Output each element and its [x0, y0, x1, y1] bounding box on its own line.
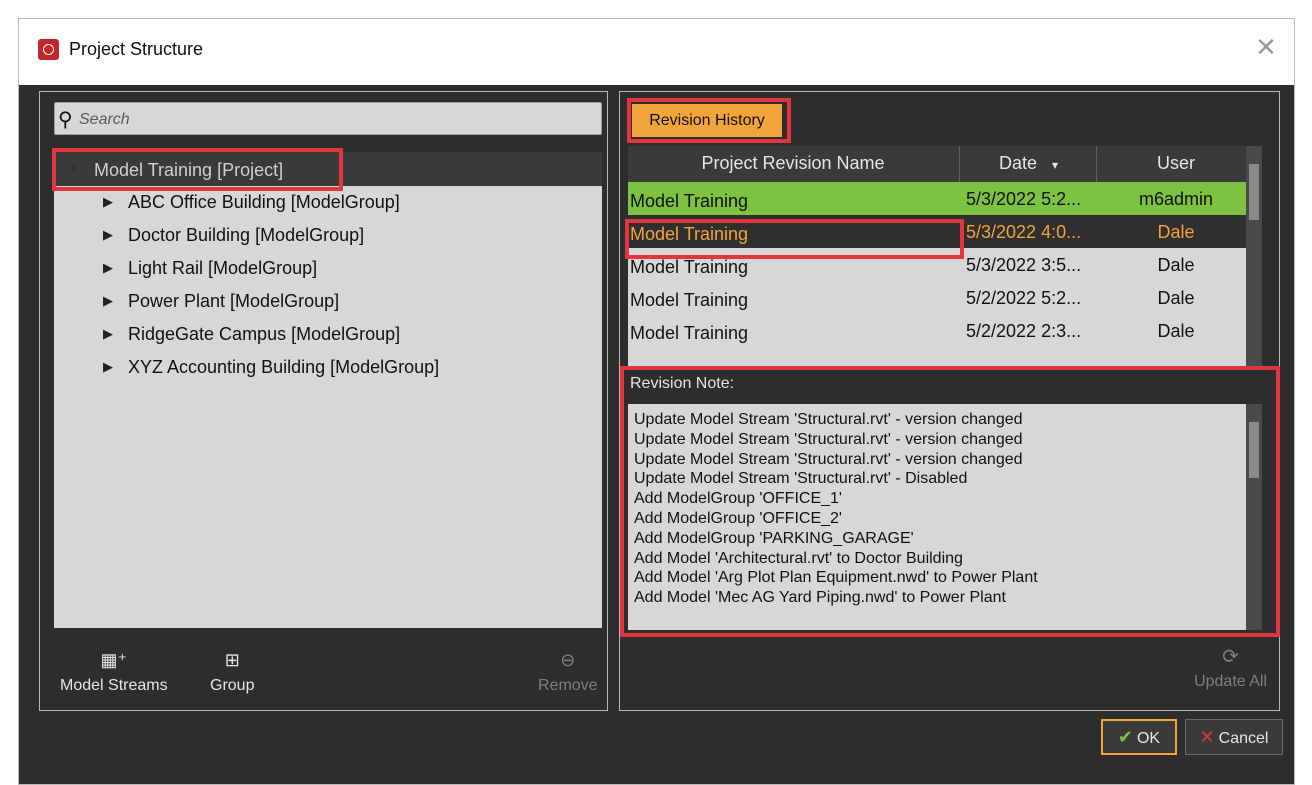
tree-item-doctor-building[interactable]: ▶ Doctor Building [ModelGroup] — [54, 219, 602, 253]
tree-item-abc-office[interactable]: ▶ ABC Office Building [ModelGroup] — [54, 186, 602, 220]
row-date: 5/3/2022 5:2... — [966, 189, 1082, 209]
tree-item-xyz-accounting[interactable]: ▶ XYZ Accounting Building [ModelGroup] — [54, 351, 602, 385]
table-header: Project Revision Name Date ▾ User — [628, 146, 1254, 182]
row-user: Dale — [1157, 321, 1195, 341]
highlight-box — [52, 148, 343, 191]
row-user: m6admin — [1138, 189, 1214, 209]
revision-table-scrollbar[interactable] — [1246, 146, 1262, 370]
expand-arrow-icon[interactable]: ▶ — [103, 260, 113, 276]
tree-item-label: Power Plant [ModelGroup] — [128, 291, 340, 311]
row-date: 5/3/2022 4:0... — [966, 222, 1082, 242]
cancel-label: Cancel — [1218, 729, 1269, 747]
column-divider — [959, 146, 960, 182]
tree-item-label: Doctor Building [ModelGroup] — [128, 225, 365, 245]
project-structure-dialog: Project Structure ✕ ⚲ Search ▼ Model Tra… — [18, 18, 1295, 785]
tree-item-ridgegate-campus[interactable]: ▶ RidgeGate Campus [ModelGroup] — [54, 318, 602, 352]
tree-item-power-plant[interactable]: ▶ Power Plant [ModelGroup] — [54, 285, 602, 319]
tree-item-label: ABC Office Building [ModelGroup] — [128, 192, 400, 212]
column-header-date-label: Date — [998, 153, 1037, 173]
table-row[interactable]: Model Training 5/3/2022 5:2... m6admin — [628, 182, 1254, 215]
remove-label: Remove — [538, 677, 598, 694]
window-title: Project Structure — [69, 39, 204, 59]
refresh-icon: ⟳ — [1222, 646, 1239, 668]
remove-button[interactable]: ⊖ Remove — [538, 650, 598, 695]
row-name: Model Training — [630, 191, 749, 211]
close-button[interactable]: ✕ — [1252, 33, 1280, 61]
column-header-user[interactable]: User — [1098, 153, 1254, 174]
update-all-button[interactable]: ⟳ Update All — [1194, 644, 1267, 691]
tree-item-light-rail[interactable]: ▶ Light Rail [ModelGroup] — [54, 252, 602, 286]
expand-arrow-icon[interactable]: ▶ — [103, 359, 113, 375]
cancel-button[interactable]: ✕ Cancel — [1185, 719, 1283, 755]
row-date: 5/2/2022 2:3... — [966, 321, 1082, 341]
tree-item-label: RidgeGate Campus [ModelGroup] — [128, 324, 401, 344]
row-user: Dale — [1157, 288, 1195, 308]
update-all-label: Update All — [1194, 673, 1267, 690]
x-icon: ✕ — [1199, 726, 1215, 747]
column-header-date[interactable]: Date ▾ — [962, 153, 1095, 174]
column-header-name[interactable]: Project Revision Name — [628, 153, 958, 174]
minus-circle-icon: ⊖ — [560, 650, 576, 670]
project-tree: ▼ Model Training [Project] ▶ ABC Office … — [54, 152, 602, 628]
check-icon: ✔ — [1117, 726, 1133, 747]
highlight-box — [620, 366, 1280, 637]
expand-arrow-icon[interactable]: ▶ — [103, 293, 113, 309]
search-input[interactable]: ⚲ Search — [54, 102, 602, 135]
app-logo-icon — [38, 39, 59, 60]
row-name: Model Training — [630, 290, 749, 310]
tree-item-label: Light Rail [ModelGroup] — [128, 258, 318, 278]
model-streams-button[interactable]: ▦⁺ Model Streams — [60, 650, 168, 695]
search-placeholder: Search — [79, 111, 130, 128]
model-streams-label: Model Streams — [60, 677, 168, 694]
expand-arrow-icon[interactable]: ▶ — [103, 194, 113, 210]
highlight-box — [627, 98, 791, 143]
ok-label: OK — [1136, 729, 1161, 747]
group-label: Group — [210, 677, 255, 694]
row-name: Model Training — [630, 257, 749, 277]
column-divider — [1096, 146, 1097, 182]
tree-item-label: XYZ Accounting Building [ModelGroup] — [128, 357, 440, 377]
folder-add-icon: ⊞ — [224, 650, 240, 670]
row-user: Dale — [1157, 255, 1195, 275]
row-user: Dale — [1157, 222, 1195, 242]
row-name: Model Training — [630, 323, 749, 343]
sort-chevron-icon: ▾ — [1052, 158, 1059, 172]
project-tree-panel: ⚲ Search ▼ Model Training [Project] ▶ AB… — [39, 91, 608, 711]
search-icon: ⚲ — [58, 109, 73, 131]
table-row[interactable]: Model Training 5/2/2022 5:2... Dale — [628, 281, 1254, 314]
row-date: 5/2/2022 5:2... — [966, 288, 1082, 308]
table-row[interactable]: Model Training 5/2/2022 2:3... Dale — [628, 314, 1254, 347]
expand-arrow-icon[interactable]: ▶ — [103, 326, 113, 342]
row-date: 5/3/2022 3:5... — [966, 255, 1082, 275]
highlight-box — [625, 219, 964, 259]
ok-button[interactable]: ✔ OK — [1101, 719, 1177, 755]
building-add-icon: ▦⁺ — [100, 650, 128, 670]
title-bar: Project Structure ✕ — [19, 19, 1294, 85]
revision-panel: Revision History Project Revision Name D… — [619, 91, 1280, 711]
group-button[interactable]: ⊞ Group — [210, 650, 254, 695]
scrollbar-thumb[interactable] — [1249, 164, 1259, 220]
expand-arrow-icon[interactable]: ▶ — [103, 227, 113, 243]
